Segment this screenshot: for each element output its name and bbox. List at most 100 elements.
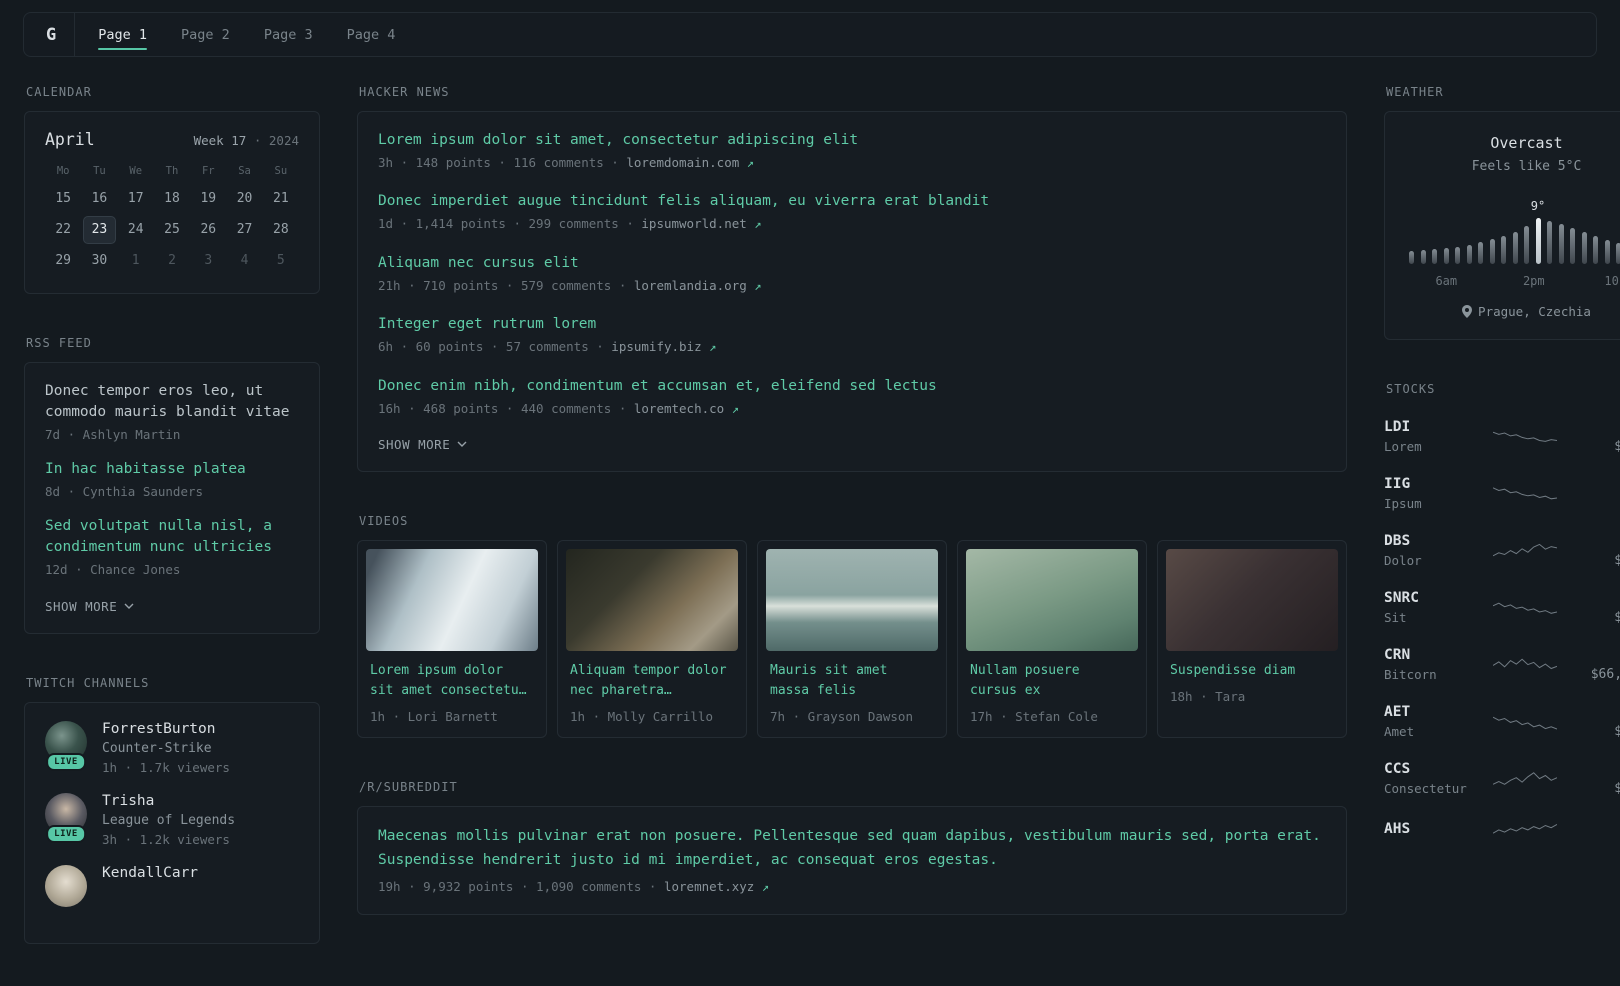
subreddit-post: Maecenas mollis pulvinar erat non posuer… (378, 825, 1326, 896)
twitch-widget: TWITCH CHANNELS LIVE ForrestBurton Count… (24, 676, 320, 945)
tab-page-4[interactable]: Page 4 (330, 13, 413, 56)
domain-link[interactable]: ipsumify.biz (611, 339, 701, 354)
hackernews-card: Lorem ipsum dolor sit amet, consectetur … (357, 111, 1347, 473)
video-title-link[interactable]: Aliquam tempor dolor nec pharetra… (570, 661, 734, 701)
weather-hour-bar (1581, 232, 1587, 264)
video-title-link[interactable]: Suspendisse diam (1170, 661, 1334, 681)
rss-item-link[interactable]: In hac habitasse platea (45, 459, 299, 480)
tab-page-3[interactable]: Page 3 (247, 13, 330, 56)
channel-avatar: LIVE (45, 721, 87, 772)
rss-item-link[interactable]: Donec tempor eros leo, ut commodo mauris… (45, 381, 299, 423)
chevron-down-icon (457, 441, 467, 448)
show-more-label: SHOW MORE (45, 599, 118, 615)
domain-link[interactable]: loremdomain.com (626, 155, 739, 170)
calendar-day: 18 (164, 191, 180, 206)
weather-feels-like: Feels like 5°C (1471, 159, 1582, 174)
time-label: 6am (1435, 274, 1458, 288)
stock-row[interactable]: SNRC Sit +1.36% $148.64 (1384, 579, 1620, 636)
stock-change: +4.35% (1573, 420, 1620, 435)
hackernews-item-link[interactable]: Donec enim nibh, condimentum et accumsan… (378, 376, 1326, 397)
stock-row[interactable]: AET Amet +0.92% $499.72 (1384, 693, 1620, 750)
twitch-channel-row[interactable]: KendallCarr (45, 865, 299, 908)
stocks-widget: STOCKS LDI Lorem +4.35% $795.18 IIG Ipsum +… (1384, 382, 1620, 855)
twitch-channel-row[interactable]: LIVE Trisha League of Legends 3h · 1.2k … (45, 793, 299, 847)
rss-widget: RSS FEED Donec tempor eros leo, ut commo… (24, 336, 320, 635)
rss-show-more-button[interactable]: SHOW MORE (45, 599, 134, 614)
meta-text: 16h · 468 points · 440 comments · (378, 400, 634, 416)
channel-info: KendallCarr (102, 865, 198, 907)
video-title-link[interactable]: Lorem ipsum dolor sit amet consectetu… (370, 661, 534, 701)
twitch-channel-row[interactable]: LIVE ForrestBurton Counter-Strike 1h · 1… (45, 721, 299, 775)
hackernews-item-meta: 1d · 1,414 points · 299 comments · ipsum… (378, 215, 1326, 233)
calendar-month: April (45, 130, 95, 149)
calendar-day-header: Tu (93, 165, 106, 177)
video-card: Suspendisse diam 18h · Tara (1157, 540, 1347, 739)
subreddit-widget: /R/SUBREDDIT Maecenas mollis pulvinar er… (357, 780, 1347, 916)
external-link-icon: ↗ (746, 156, 755, 171)
stock-row[interactable]: AHS +0.46% (1384, 807, 1620, 855)
stock-sparkline (1476, 818, 1573, 844)
hackernews-item-link[interactable]: Lorem ipsum dolor sit amet, consectetur … (378, 130, 1326, 151)
stocks-list: LDI Lorem +4.35% $795.18 IIG Ipsum +2.84% $4… (1384, 408, 1620, 855)
hackernews-item-link[interactable]: Donec imperdiet augue tincidunt felis al… (378, 191, 1326, 212)
tab-page-1[interactable]: Page 1 (81, 13, 164, 56)
weather-hour-bar (1409, 251, 1414, 264)
stock-price: $156.28 (1614, 552, 1620, 568)
domain-link[interactable]: loremnet.xyz (664, 879, 754, 894)
domain-link[interactable]: loremtech.co (634, 401, 724, 416)
calendar-widget: CALENDAR April Week 17 · 2024 Mo Tu We Th Fr… (24, 85, 320, 294)
hackernews-show-more-button[interactable]: SHOW MORE (378, 437, 467, 452)
twitch-section-title: TWITCH CHANNELS (26, 676, 150, 691)
video-thumbnail[interactable] (766, 549, 938, 652)
page-content: CALENDAR April Week 17 · 2024 Mo Tu We Th Fr… (0, 57, 1620, 986)
hackernews-item-link[interactable]: Aliquam nec cursus elit (378, 253, 1326, 274)
hackernews-widget: HACKER NEWS Lorem ipsum dolor sit amet, … (357, 85, 1347, 473)
channel-name: Trisha (102, 793, 155, 810)
subreddit-post-link[interactable]: Maecenas mollis pulvinar erat non posuer… (378, 825, 1326, 871)
time-label: 10pm (1604, 274, 1620, 288)
calendar-day-headers: Mo Tu We Th Fr Sa Su (45, 165, 299, 177)
weather-hour-bar (1466, 245, 1472, 264)
stock-row[interactable]: DBS Dolor +1.42% $156.28 (1384, 522, 1620, 579)
stock-symbol: CRN (1384, 647, 1411, 663)
tab-page-2[interactable]: Page 2 (164, 13, 247, 56)
hackernews-item-link[interactable]: Integer eget rutrum lorem (378, 314, 1326, 335)
calendar-day: 20 (236, 191, 253, 206)
video-meta: 18h · Tara (1170, 689, 1246, 705)
domain-link[interactable]: ipsumworld.net (641, 216, 746, 231)
video-title-link[interactable]: Mauris sit amet massa felis (770, 661, 934, 701)
video-title-link[interactable]: Nullam posuere cursus ex (970, 661, 1134, 701)
hackernews-item-meta: 21h · 710 points · 579 comments · loreml… (378, 277, 1326, 295)
weather-hour-bar (1524, 226, 1529, 264)
rss-item-meta: 12d · Chance Jones (45, 562, 181, 578)
calendar-day: 30 (91, 253, 108, 268)
domain-link[interactable]: loremlandia.org (634, 278, 747, 293)
rss-item: In hac habitasse platea 8d · Cynthia Sau… (45, 459, 299, 501)
stock-row[interactable]: IIG Ipsum +2.84% $42.04 (1384, 465, 1620, 522)
calendar-section-title: CALENDAR (26, 85, 92, 99)
hackernews-item: Integer eget rutrum lorem 6h · 60 points… (378, 314, 1326, 356)
video-thumbnail[interactable] (366, 549, 538, 652)
rss-card: Donec tempor eros leo, ut commodo mauris… (24, 362, 320, 635)
calendar-day: 2 (168, 253, 176, 268)
calendar-day: 16 (91, 191, 108, 206)
calendar-day-header: Th (165, 165, 179, 177)
stock-price: $165.84 (1614, 780, 1620, 796)
stock-row[interactable]: CRN Bitcorn -1.00% $66,171.48 (1384, 636, 1620, 693)
video-thumbnail[interactable] (566, 549, 738, 652)
weather-hour-bar (1432, 249, 1437, 264)
app-logo[interactable]: G (46, 25, 74, 45)
video-thumbnail[interactable] (1166, 549, 1338, 652)
stock-row[interactable]: LDI Lorem +4.35% $795.18 (1384, 408, 1620, 465)
header-divider (74, 13, 76, 56)
current-temp-label: 9° (1530, 199, 1546, 213)
video-thumbnail[interactable] (966, 549, 1138, 652)
stock-name: Amet (1384, 724, 1415, 739)
calendar-current-day: 23 (83, 216, 116, 244)
stock-change: +0.51% (1573, 762, 1620, 777)
stock-price: $148.64 (1614, 609, 1620, 625)
rss-item-link[interactable]: Sed volutpat nulla nisl, a condimentum n… (45, 516, 299, 558)
stock-symbol: IIG (1384, 476, 1411, 492)
calendar-day: 22 (55, 222, 71, 237)
stock-row[interactable]: CCS Consectetur +0.51% $165.84 (1384, 750, 1620, 807)
